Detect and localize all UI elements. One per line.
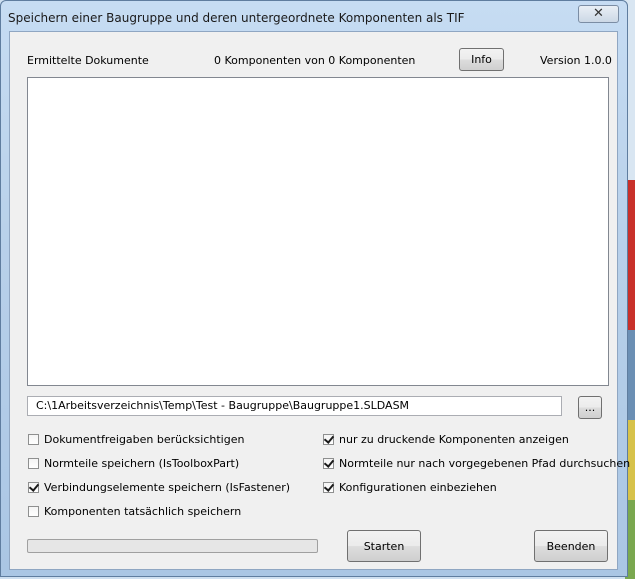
option-label: nur zu druckende Komponenten anzeigen <box>339 433 569 446</box>
progress-bar <box>27 539 318 553</box>
window-title: Speichern einer Baugruppe und deren unte… <box>8 11 465 25</box>
component-count: 0 Komponenten von 0 Komponenten <box>214 54 416 67</box>
dialog-window: Speichern einer Baugruppe und deren unte… <box>0 0 630 577</box>
option-label: Normteile nur nach vorgegebenen Pfad dur… <box>339 457 631 470</box>
checkbox-checked-icon[interactable] <box>323 458 334 469</box>
version-label: Version 1.0.0 <box>540 54 612 67</box>
option-checkbox[interactable]: Konfigurationen einbeziehen <box>323 481 497 494</box>
close-icon: ✕ <box>593 6 604 21</box>
checkbox-checked-icon[interactable] <box>323 434 334 445</box>
start-button[interactable]: Starten <box>347 530 421 562</box>
option-checkbox[interactable]: Normteile nur nach vorgegebenen Pfad dur… <box>323 457 630 470</box>
dialog-client-area: Ermittelte Dokumente 0 Komponenten von 0… <box>9 31 630 570</box>
close-button[interactable]: ✕ <box>578 5 619 23</box>
checkbox-checked-icon[interactable] <box>28 482 39 493</box>
option-label: Normteile speichern (IsToolboxPart) <box>44 457 240 470</box>
option-label: Dokumentfreigaben berücksichtigen <box>44 433 245 446</box>
documents-list[interactable] <box>27 77 609 386</box>
assembly-path-input[interactable]: C:\1Arbeitsverzeichnis\Temp\Test - Baugr… <box>27 396 562 416</box>
option-label: Verbindungselemente speichern (IsFastene… <box>44 481 291 494</box>
exit-button[interactable]: Beenden <box>534 530 608 562</box>
documents-label: Ermittelte Dokumente <box>27 54 149 67</box>
checkbox-unchecked-icon[interactable] <box>28 506 39 517</box>
checkbox-unchecked-icon[interactable] <box>28 434 39 445</box>
checkbox-unchecked-icon[interactable] <box>28 458 39 469</box>
option-checkbox[interactable]: nur zu druckende Komponenten anzeigen <box>323 433 569 446</box>
option-label: Komponenten tatsächlich speichern <box>44 505 242 518</box>
checkbox-checked-icon[interactable] <box>323 482 334 493</box>
option-checkbox[interactable]: Normteile speichern (IsToolboxPart) <box>28 457 239 470</box>
option-checkbox[interactable]: Dokumentfreigaben berücksichtigen <box>28 433 244 446</box>
option-label: Konfigurationen einbeziehen <box>339 481 497 494</box>
option-checkbox[interactable]: Komponenten tatsächlich speichern <box>28 505 241 518</box>
option-checkbox[interactable]: Verbindungselemente speichern (IsFastene… <box>28 481 290 494</box>
info-button[interactable]: Info <box>459 48 504 71</box>
browse-button[interactable]: ... <box>578 396 602 419</box>
